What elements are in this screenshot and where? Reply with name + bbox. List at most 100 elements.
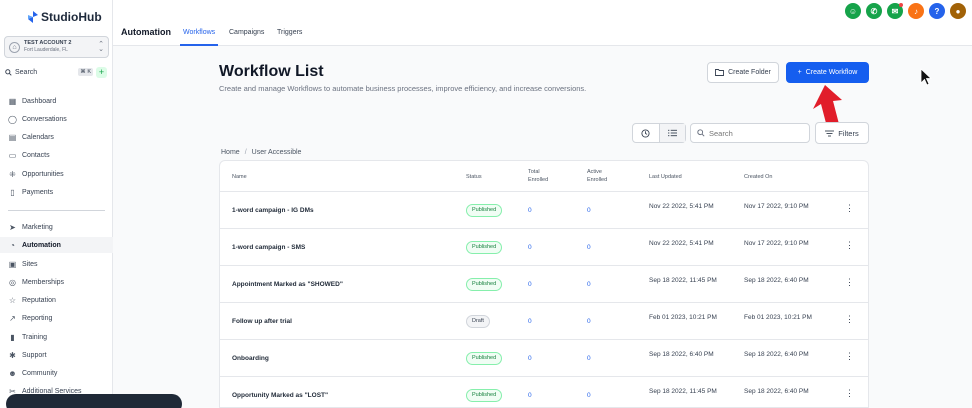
sidebar-divider [8,210,105,211]
sidebar-item-support[interactable]: ✱ Support [0,347,113,363]
created-on: Feb 01 2023, 10:21 PM [744,314,812,321]
sidebar-item-automation[interactable]: ◔ Automation [0,237,113,253]
help-icon[interactable]: ? [929,3,945,19]
logo[interactable]: StudioHub [28,10,102,24]
workflow-name[interactable]: 1-word campaign - SMS [232,244,305,251]
folder-icon [715,69,725,76]
tab-campaigns[interactable]: Campaigns [229,29,264,36]
create-workflow-label: Create Workflow [805,69,858,76]
create-workflow-button[interactable]: + Create Workflow [786,62,869,83]
table-row[interactable]: Opportunity Marked as "LOST" Published 0… [220,377,868,407]
sidebar-item-training[interactable]: ▮ Training [0,329,113,345]
list-view-button[interactable] [658,124,685,142]
quick-add-button[interactable]: + [96,67,107,78]
total-enrolled[interactable]: 0 [528,281,532,288]
workflow-name[interactable]: Appointment Marked as "SHOWED" [232,281,343,288]
created-on: Nov 17 2022, 9:10 PM [744,240,809,247]
search-icon [5,69,12,76]
total-enrolled[interactable]: 0 [528,318,532,325]
user-avatar[interactable]: ● [950,3,966,19]
automation-icon: ◔ [10,240,15,250]
sidebar-item-opportunities[interactable]: ⁜ Opportunities [0,166,113,182]
column-header-name[interactable]: Name [232,173,247,181]
table-row[interactable]: Follow up after trial Draft 0 0 Feb 01 2… [220,303,868,340]
logo-text: StudioHub [41,10,102,24]
workflow-name[interactable]: Opportunity Marked as "LOST" [232,392,328,399]
active-enrolled[interactable]: 0 [587,318,591,325]
more-options-icon[interactable]: ⋮ [845,241,854,250]
bell-icon[interactable]: ♪ [908,3,924,19]
last-updated: Sep 18 2022, 11:45 PM [649,277,717,284]
sidebar-item-reporting[interactable]: ↗ Reporting [0,310,113,326]
more-options-icon[interactable]: ⋮ [845,204,854,213]
create-folder-button[interactable]: Create Folder [707,62,779,83]
total-enrolled[interactable]: 0 [528,355,532,362]
column-header-created-on[interactable]: Created On [744,173,772,181]
sidebar-item-dashboard[interactable]: ▦ Dashboard [0,93,113,109]
total-enrolled[interactable]: 0 [528,207,532,214]
table-row[interactable]: Onboarding Published 0 0 Sep 18 2022, 6:… [220,340,868,377]
search-input[interactable] [709,128,805,138]
sidebar-item-label: Support [22,351,47,359]
sidebar: StudioHub ⌂ TEST ACCOUNT 2 Fort Lauderda… [0,0,113,408]
more-options-icon[interactable]: ⋮ [845,389,854,398]
workflow-name[interactable]: Onboarding [232,355,269,362]
breadcrumb-home[interactable]: Home [221,149,240,156]
sidebar-item-memberships[interactable]: ◎ Memberships [0,274,113,290]
active-enrolled[interactable]: 0 [587,392,591,399]
sidebar-item-reputation[interactable]: ☆ Reputation [0,292,113,308]
memberships-icon: ◎ [9,277,16,287]
phone-icon[interactable]: ✆ [866,3,882,19]
column-header-last-updated[interactable]: Last Updated [649,173,682,181]
sidebar-item-community[interactable]: ☻ Community [0,365,113,381]
breadcrumb-separator: / [244,149,247,156]
megaphone-icon[interactable]: ✉ [887,3,903,19]
table-row[interactable]: 1-word campaign - SMS Published 0 0 Nov … [220,229,868,266]
column-header-status[interactable]: Status [466,173,482,181]
sidebar-item-calendars[interactable]: ▤ Calendars [0,129,113,145]
history-view-button[interactable] [633,124,659,142]
tab-workflows[interactable]: Workflows [183,29,215,36]
plus-icon: + [797,69,802,76]
sidebar-item-marketing[interactable]: ➤ Marketing [0,219,113,235]
account-switcher[interactable]: ⌂ TEST ACCOUNT 2 Fort Lauderdale, FL ⌃ ⌄ [4,36,109,58]
ai-assistant-icon[interactable]: ☺ [845,3,861,19]
workflow-name[interactable]: Follow up after trial [232,318,292,325]
dashboard-icon: ▦ [8,96,17,106]
column-header-total-enrolled[interactable]: Total Enrolled [528,168,558,184]
tab-triggers[interactable]: Triggers [277,29,302,36]
view-toggle [632,123,686,143]
page-title: Workflow List [219,63,324,80]
mouse-cursor-icon [920,68,932,86]
active-enrolled[interactable]: 0 [587,207,591,214]
active-enrolled[interactable]: 0 [587,355,591,362]
sidebar-search[interactable]: Search ⌘ K + [5,66,109,79]
more-options-icon[interactable]: ⋮ [845,352,854,361]
total-enrolled[interactable]: 0 [528,392,532,399]
sidebar-item-sites[interactable]: ▣ Sites [0,256,113,272]
more-options-icon[interactable]: ⋮ [845,278,854,287]
column-header-active-enrolled[interactable]: Active Enrolled [587,168,617,184]
workflow-name[interactable]: 1-word campaign - IG DMs [232,207,314,214]
chevron-updown-icon: ⌃ ⌄ [98,41,104,53]
screen-recorder-toolbar[interactable] [6,394,182,408]
filters-button[interactable]: Filters [815,122,869,144]
sidebar-item-label: Calendars [22,133,54,141]
sidebar-item-label: Reputation [22,296,56,304]
sidebar-item-conversations[interactable]: ◯ Conversations [0,111,113,127]
page-subtitle: Create and manage Workflows to automate … [219,84,587,93]
sidebar-item-payments[interactable]: ▯ Payments [0,184,113,200]
sidebar-item-label: Memberships [22,278,65,286]
active-enrolled[interactable]: 0 [587,244,591,251]
calendar-icon: ▤ [8,132,17,142]
status-badge: Published [466,389,503,402]
sidebar-item-label: Marketing [22,223,53,231]
active-enrolled[interactable]: 0 [587,281,591,288]
book-icon: ▮ [10,332,15,342]
table-row[interactable]: 1-word campaign - IG DMs Published 0 0 N… [220,192,868,229]
sidebar-item-contacts[interactable]: ▭ Contacts [0,147,113,163]
table-row[interactable]: Appointment Marked as "SHOWED" Published… [220,266,868,303]
workflow-search[interactable] [690,123,810,143]
total-enrolled[interactable]: 0 [528,244,532,251]
more-options-icon[interactable]: ⋮ [845,315,854,324]
